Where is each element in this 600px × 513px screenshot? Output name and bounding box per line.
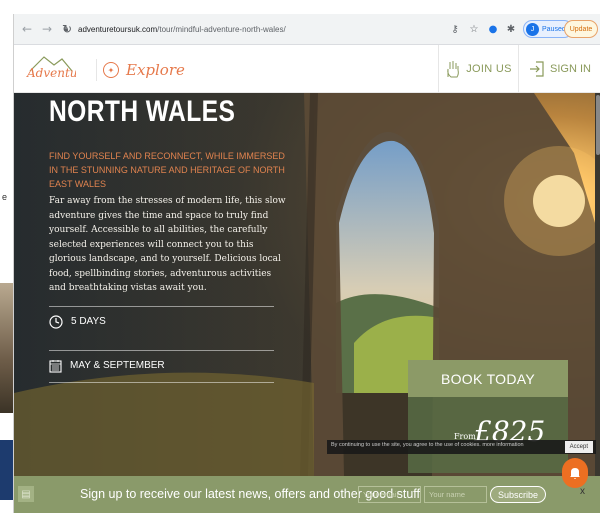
profile-label: Paused	[542, 25, 566, 33]
close-icon[interactable]: x	[580, 486, 585, 497]
url-domain: adventuretoursuk.com	[78, 24, 158, 34]
collapse-icon[interactable]: ▤	[18, 486, 34, 502]
join-label: JOIN US	[466, 63, 512, 75]
notification-bell-button[interactable]	[562, 458, 588, 488]
accept-cookies-button[interactable]: Accept	[564, 441, 593, 453]
site-logo[interactable]: Adventure	[24, 51, 90, 87]
hero-subtitle: FIND YOURSELF AND RECONNECT, WHILE IMMER…	[49, 151, 285, 189]
signin-label: SIGN IN	[550, 63, 591, 75]
booking-panel: BOOK TODAY From £825	[408, 360, 568, 473]
hero-description: Far away from the stresses of modern lif…	[49, 196, 286, 293]
address-bar[interactable]: 🔒︎ adventuretoursuk.com/tour/mindful-adv…	[64, 19, 434, 39]
sign-in-button[interactable]: SIGN IN	[518, 45, 600, 93]
star-icon[interactable]: ☆	[466, 21, 482, 37]
bell-icon	[570, 468, 580, 479]
avatar: J	[526, 22, 539, 36]
logo-text: Adventure	[26, 66, 76, 80]
sign-in-icon	[530, 61, 544, 77]
background-photo	[0, 283, 13, 413]
forward-icon[interactable]: →	[40, 22, 54, 36]
dates-text: MAY & SEPTEMBER	[70, 360, 165, 371]
page-title: NORTH WALES	[49, 95, 236, 128]
scrollbar-thumb[interactable]	[596, 95, 600, 155]
newsletter-bar: ▤ Sign up to receive our latest news, of…	[14, 476, 600, 513]
key-icon[interactable]: ⚷	[447, 21, 463, 37]
clock-icon	[49, 314, 63, 329]
explore-menu[interactable]: ✦ Explore	[96, 59, 185, 81]
browser-window: ← → ↻ 🔒︎ adventuretoursuk.com/tour/mindf…	[13, 14, 600, 513]
calendar-icon	[49, 359, 62, 373]
name-field[interactable]: Your name	[424, 486, 487, 503]
update-label: Update	[569, 25, 593, 33]
email-field[interactable]: Your email	[358, 486, 421, 503]
cookie-text: By continuing to use the site, you agree…	[331, 442, 524, 448]
site-header: Adventure ✦ Explore JOIN US SIGN IN	[14, 45, 600, 93]
url-path: /tour/mindful-adventure-north-wales/	[157, 24, 286, 34]
background-window: e	[0, 0, 13, 513]
extension-icon[interactable]: ●	[485, 21, 501, 37]
puzzle-icon[interactable]: ✱	[503, 21, 519, 37]
divider	[49, 382, 274, 383]
lock-icon: 🔒︎	[64, 24, 69, 33]
back-icon[interactable]: ←	[20, 22, 34, 36]
scrollbar[interactable]	[595, 93, 600, 476]
compass-icon: ✦	[103, 62, 119, 78]
subscribe-button[interactable]: Subscribe	[490, 486, 546, 503]
cookie-banner: By continuing to use the site, you agree…	[327, 440, 596, 454]
screen: e ← → ↻ 🔒︎ adventuretoursuk.com/tour/min…	[0, 0, 600, 513]
browser-toolbar: ← → ↻ 🔒︎ adventuretoursuk.com/tour/mindf…	[14, 14, 600, 45]
duration-row: 5 DAYS	[49, 306, 274, 336]
background-text: e	[2, 192, 8, 202]
explore-label: Explore	[126, 61, 185, 79]
join-us-button[interactable]: JOIN US	[438, 45, 518, 93]
hero-section: NORTH WALES FIND YOURSELF AND RECONNECT,…	[14, 93, 600, 476]
background-logo	[0, 440, 13, 500]
dates-row: MAY & SEPTEMBER	[49, 350, 274, 380]
duration-text: 5 DAYS	[71, 316, 106, 327]
book-today-button[interactable]: BOOK TODAY	[408, 360, 568, 397]
update-button[interactable]: Update	[564, 20, 598, 38]
hand-icon	[447, 61, 460, 78]
